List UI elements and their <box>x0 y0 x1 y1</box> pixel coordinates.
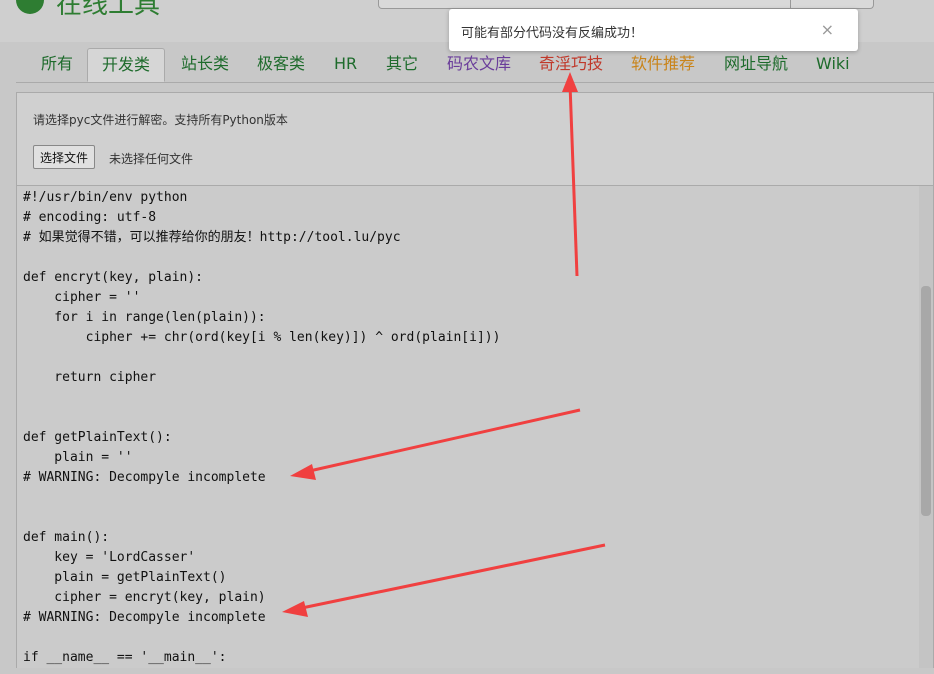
code-line: cipher += chr(ord(key[i % len(key)]) ^ o… <box>23 330 501 345</box>
site-title: 在线工具 <box>56 0 161 20</box>
tab-geek[interactable]: 极客类 <box>243 48 319 82</box>
tab-dev[interactable]: 开发类 <box>87 48 166 82</box>
code-line: # WARNING: Decompyle incomplete <box>23 470 266 485</box>
tab-wiki[interactable]: Wiki <box>802 48 864 82</box>
toast-notification: 可能有部分代码没有反编成功！ × <box>449 9 858 51</box>
tab-all[interactable]: 所有 <box>27 48 87 82</box>
scrollbar-thumb[interactable] <box>921 286 931 516</box>
code-line: # WARNING: Decompyle incomplete <box>23 610 266 625</box>
search-input[interactable] <box>378 0 874 9</box>
tab-webmaster[interactable]: 站长类 <box>167 48 243 82</box>
code-line: def main(): <box>23 530 110 545</box>
code-line: def getPlainText(): <box>23 430 172 445</box>
code-line: cipher = '' <box>23 290 141 305</box>
tab-nav[interactable]: 网址导航 <box>710 48 802 82</box>
tab-software[interactable]: 软件推荐 <box>617 48 709 82</box>
close-icon[interactable]: × <box>821 20 834 39</box>
code-line: # 如果觉得不错，可以推荐给你的朋友！http://tool.lu/pyc <box>23 230 401 245</box>
upload-hint: 请选择pyc文件进行解密。支持所有Python版本 <box>33 113 288 127</box>
code-line: # encoding: utf-8 <box>23 210 157 225</box>
code-scrollbar[interactable] <box>919 186 933 668</box>
tab-hr[interactable]: HR <box>320 48 371 82</box>
code-line: plain = getPlainText() <box>23 570 227 585</box>
code-line: key = 'LordCasser' <box>23 550 196 565</box>
code-line: for i in range(len(plain)): <box>23 310 266 325</box>
code-line: #!/usr/bin/env python <box>23 190 188 205</box>
code-output[interactable]: #!/usr/bin/env python # encoding: utf-8 # … <box>17 186 919 668</box>
tab-tricks[interactable]: 奇淫巧技 <box>525 48 617 82</box>
code-line: if __name__ == '__main__': <box>23 650 227 665</box>
tab-coder-library[interactable]: 码农文库 <box>433 48 525 82</box>
code-line: plain = '' <box>23 450 133 465</box>
code-line: return cipher <box>23 370 157 385</box>
pyc-decompile-panel: 请选择pyc文件进行解密。支持所有Python版本 选择文件 未选择任何文件 #… <box>16 92 934 668</box>
tab-other[interactable]: 其它 <box>372 48 432 82</box>
code-line: cipher = encryt(key, plain) <box>23 590 266 605</box>
search-divider <box>790 0 791 8</box>
code-line: def encryt(key, plain): <box>23 270 204 285</box>
choose-file-button[interactable]: 选择文件 <box>33 145 96 169</box>
toast-message: 可能有部分代码没有反编成功！ <box>461 26 644 41</box>
file-status: 未选择任何文件 <box>109 152 194 166</box>
logo-icon <box>16 0 44 14</box>
